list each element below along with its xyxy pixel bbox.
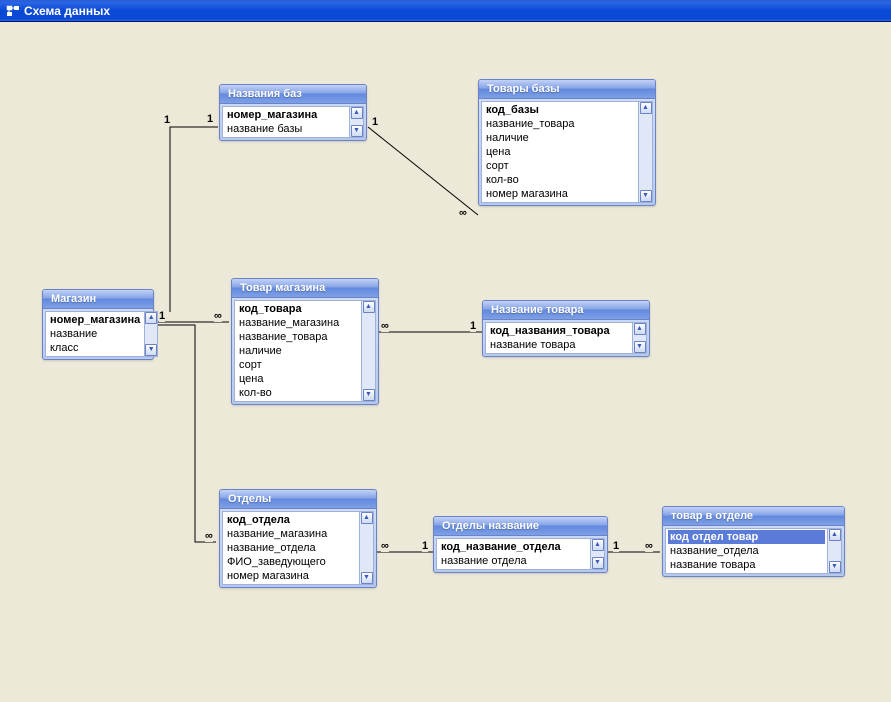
table-tovar-v-otdele[interactable]: товар в отделе код отдел товар название_… <box>662 506 845 577</box>
field-item[interactable]: название_магазина <box>237 316 359 330</box>
cardinality-label: 1 <box>372 116 378 128</box>
field-list[interactable]: номер_магазина название класс <box>45 311 145 357</box>
scroll-down-icon[interactable]: ▼ <box>145 344 157 356</box>
scroll-down-icon[interactable]: ▼ <box>829 561 841 573</box>
field-list[interactable]: код_товара название_магазина название_то… <box>234 300 362 402</box>
field-item[interactable]: код отдел товар <box>668 530 825 544</box>
scroll-down-icon[interactable]: ▼ <box>363 389 375 401</box>
field-item[interactable]: название_отдела <box>668 544 825 558</box>
scroll-down-icon[interactable]: ▼ <box>640 190 652 202</box>
field-item[interactable]: кол-во <box>484 173 636 187</box>
field-item[interactable]: цена <box>237 372 359 386</box>
scroll-down-icon[interactable]: ▼ <box>361 572 373 584</box>
scrollbar[interactable]: ▲ ▼ <box>360 511 374 585</box>
field-item[interactable]: цена <box>484 145 636 159</box>
scroll-up-icon[interactable]: ▲ <box>829 529 841 541</box>
table-header[interactable]: Название товара <box>483 301 649 320</box>
scroll-up-icon[interactable]: ▲ <box>640 102 652 114</box>
scrollbar[interactable]: ▲ ▼ <box>350 106 364 138</box>
field-item[interactable]: название_магазина <box>225 527 357 541</box>
cardinality-label: 1 <box>422 540 428 552</box>
field-item[interactable]: ФИО_заведующего <box>225 555 357 569</box>
scroll-down-icon[interactable]: ▼ <box>634 341 646 353</box>
table-header[interactable]: Названия баз <box>220 85 366 104</box>
field-item[interactable]: код_названия_товара <box>488 324 630 338</box>
field-list[interactable]: код_названия_товара название товара <box>485 322 633 354</box>
table-header[interactable]: Товары базы <box>479 80 655 99</box>
field-item[interactable]: номер магазина <box>225 569 357 583</box>
cardinality-label: 1 <box>613 540 619 552</box>
field-item[interactable]: сорт <box>484 159 636 173</box>
field-item[interactable]: код_отдела <box>225 513 357 527</box>
table-header[interactable]: Отделы название <box>434 517 607 536</box>
cardinality-label: 1 <box>207 113 213 125</box>
field-item[interactable]: название базы <box>225 122 347 136</box>
field-item[interactable]: номер_магазина <box>48 313 142 327</box>
field-item[interactable]: название отдела <box>439 554 588 568</box>
scroll-up-icon[interactable]: ▲ <box>361 512 373 524</box>
field-item[interactable]: код_базы <box>484 103 636 117</box>
field-list[interactable]: код_базы название_товара наличие цена со… <box>481 101 639 203</box>
cardinality-label: ∞ <box>645 540 653 552</box>
field-item[interactable]: наличие <box>484 131 636 145</box>
schema-canvas[interactable]: 1 1 1 ∞ 1 ∞ ∞ 1 ∞ ∞ 1 1 ∞ Названия баз н… <box>0 22 891 702</box>
field-list[interactable]: код_отдела название_магазина название_от… <box>222 511 360 585</box>
field-item[interactable]: название_товара <box>484 117 636 131</box>
table-header[interactable]: товар в отделе <box>663 507 844 526</box>
app-icon <box>6 4 20 18</box>
scrollbar[interactable]: ▲ ▼ <box>639 101 653 203</box>
field-list[interactable]: код_название_отдела название отдела <box>436 538 591 570</box>
scrollbar[interactable]: ▲ ▼ <box>362 300 376 402</box>
field-item[interactable]: номер магазина <box>484 187 636 201</box>
field-item[interactable]: название товара <box>488 338 630 352</box>
scrollbar[interactable]: ▲ ▼ <box>633 322 647 354</box>
scroll-up-icon[interactable]: ▲ <box>592 539 604 551</box>
table-header[interactable]: Магазин <box>43 290 153 309</box>
table-otdely-nazvanie[interactable]: Отделы название код_название_отдела назв… <box>433 516 608 573</box>
field-item[interactable]: код_товара <box>237 302 359 316</box>
field-item[interactable]: название товара <box>668 558 825 572</box>
scrollbar[interactable]: ▲ ▼ <box>591 538 605 570</box>
scroll-up-icon[interactable]: ▲ <box>634 323 646 335</box>
field-item[interactable]: класс <box>48 341 142 355</box>
field-item[interactable]: сорт <box>237 358 359 372</box>
scroll-up-icon[interactable]: ▲ <box>363 301 375 313</box>
cardinality-label: ∞ <box>381 320 389 332</box>
field-item[interactable]: название_отдела <box>225 541 357 555</box>
window-titlebar[interactable]: Схема данных <box>0 0 891 22</box>
cardinality-label: 1 <box>164 114 170 126</box>
field-item[interactable]: код_название_отдела <box>439 540 588 554</box>
cardinality-label: ∞ <box>205 530 213 542</box>
scroll-down-icon[interactable]: ▼ <box>351 125 363 137</box>
table-tovar-magazina[interactable]: Товар магазина код_товара название_магаз… <box>231 278 379 405</box>
field-item[interactable]: название <box>48 327 142 341</box>
scrollbar[interactable]: ▲ ▼ <box>145 311 158 357</box>
table-nazvaniya-baz[interactable]: Названия баз номер_магазина название баз… <box>219 84 367 141</box>
table-magazin[interactable]: Магазин номер_магазина название класс ▲ … <box>42 289 154 360</box>
cardinality-label: 1 <box>470 320 476 332</box>
table-header[interactable]: Товар магазина <box>232 279 378 298</box>
cardinality-label: 1 <box>159 310 165 322</box>
scrollbar[interactable]: ▲ ▼ <box>828 528 842 574</box>
cardinality-label: ∞ <box>381 540 389 552</box>
scroll-up-icon[interactable]: ▲ <box>351 107 363 119</box>
field-item[interactable]: кол-во <box>237 386 359 400</box>
table-otdely[interactable]: Отделы код_отдела название_магазина назв… <box>219 489 377 588</box>
relationship-lines <box>0 22 891 702</box>
cardinality-label: ∞ <box>214 310 222 322</box>
scroll-down-icon[interactable]: ▼ <box>592 557 604 569</box>
field-item[interactable]: название_товара <box>237 330 359 344</box>
scroll-up-icon[interactable]: ▲ <box>145 312 157 324</box>
table-tovary-bazy[interactable]: Товары базы код_базы название_товара нал… <box>478 79 656 206</box>
table-header[interactable]: Отделы <box>220 490 376 509</box>
field-item[interactable]: номер_магазина <box>225 108 347 122</box>
table-nazvanie-tovara[interactable]: Название товара код_названия_товара назв… <box>482 300 650 357</box>
cardinality-label: ∞ <box>459 207 467 219</box>
window-title: Схема данных <box>24 4 110 18</box>
field-item[interactable]: наличие <box>237 344 359 358</box>
field-list[interactable]: номер_магазина название базы <box>222 106 350 138</box>
field-list[interactable]: код отдел товар название_отдела название… <box>665 528 828 574</box>
